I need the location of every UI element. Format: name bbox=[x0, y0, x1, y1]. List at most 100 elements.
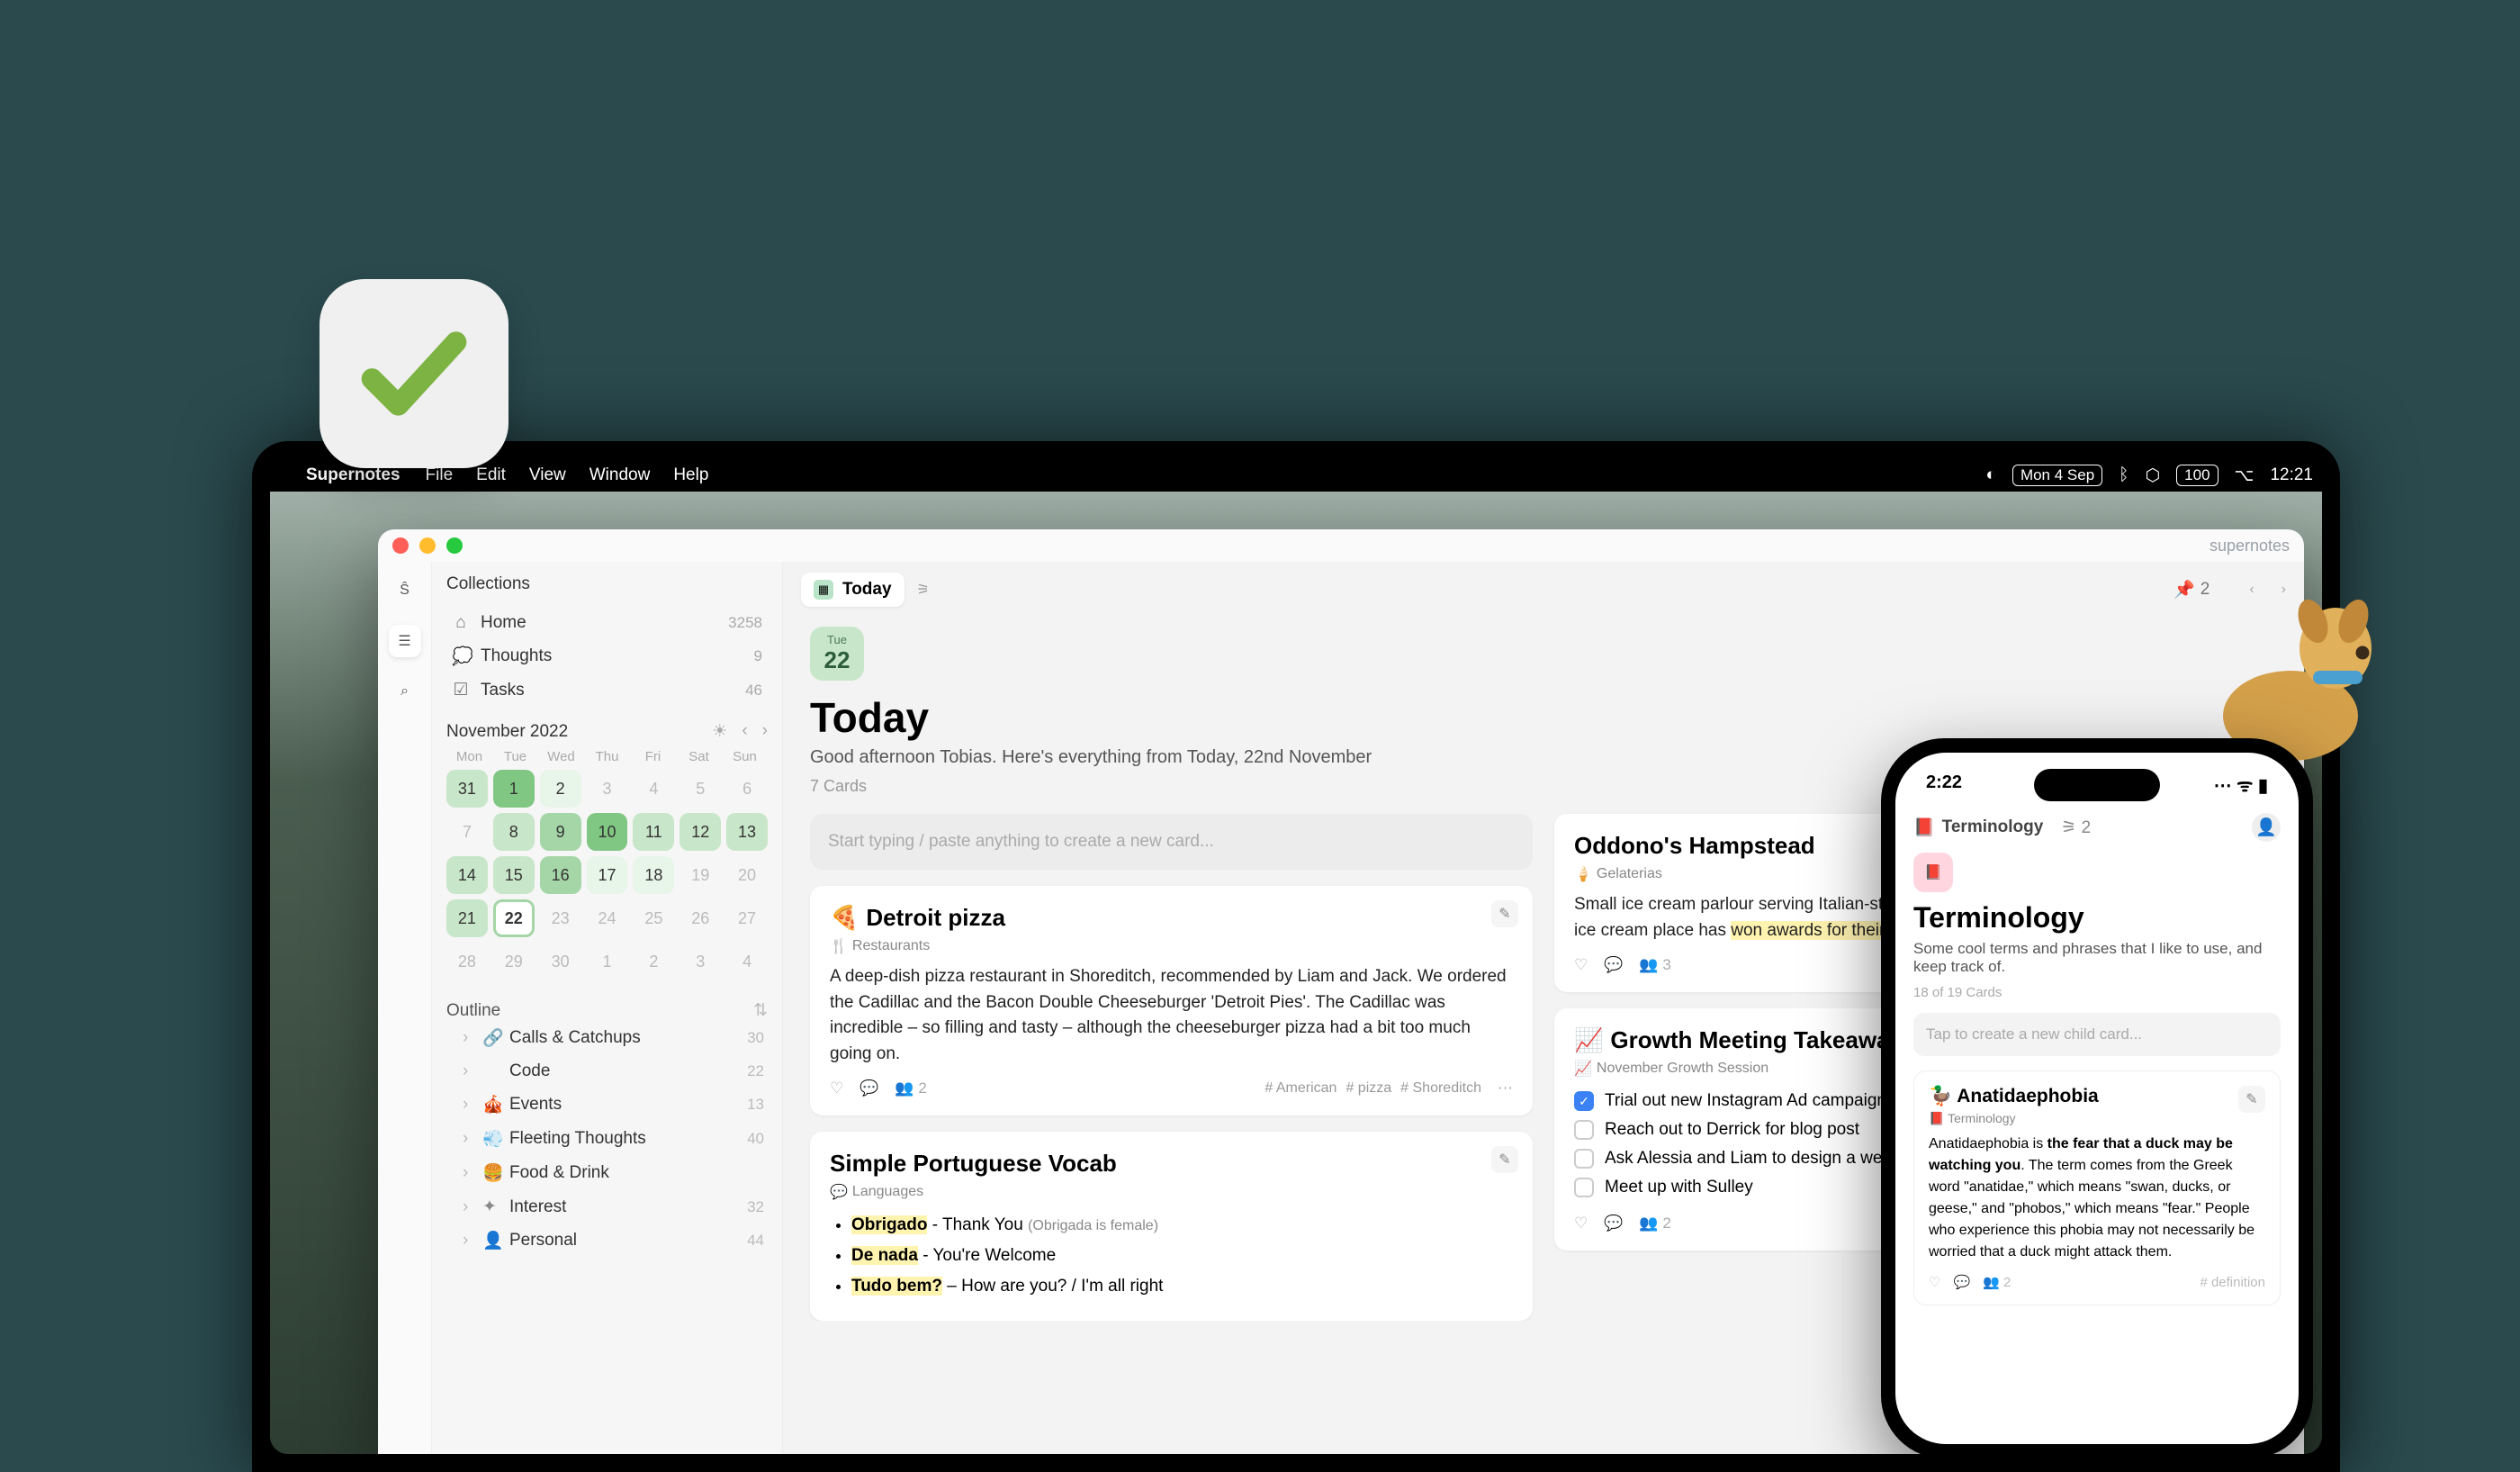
heart-icon[interactable]: ♡ bbox=[1574, 1215, 1588, 1233]
calendar-day[interactable]: 13 bbox=[726, 813, 768, 851]
menu-file[interactable]: File bbox=[426, 465, 454, 485]
bluetooth-icon[interactable]: ᛒ bbox=[2119, 465, 2128, 485]
calendar-day[interactable]: 2 bbox=[633, 943, 674, 980]
menu-edit[interactable]: Edit bbox=[476, 465, 506, 485]
menu-view[interactable]: View bbox=[529, 465, 566, 485]
menu-window[interactable]: Window bbox=[590, 465, 651, 485]
control-center-icon[interactable]: ⌥ bbox=[2235, 465, 2254, 486]
menubar-time[interactable]: 12:21 bbox=[2270, 465, 2313, 485]
calendar-day[interactable]: 29 bbox=[493, 943, 535, 980]
calendar-prev-icon[interactable]: ‹ bbox=[742, 721, 747, 742]
outline-item[interactable]: ›🔗Calls & Catchups30 bbox=[446, 1021, 768, 1055]
comment-icon[interactable]: 💬 bbox=[860, 1079, 878, 1097]
people-count[interactable]: 👥 2 bbox=[1639, 1215, 1670, 1233]
calendar-day[interactable]: 4 bbox=[633, 770, 674, 808]
app-name[interactable]: Supernotes bbox=[306, 465, 400, 485]
close-button[interactable] bbox=[392, 537, 409, 554]
calendar-day[interactable]: 26 bbox=[680, 899, 721, 937]
calendar-day[interactable]: 2 bbox=[540, 770, 581, 808]
tag[interactable]: # pizza bbox=[1346, 1080, 1391, 1097]
outline-item[interactable]: ›🎪Events13 bbox=[446, 1088, 768, 1122]
card-portuguese-vocab[interactable]: ✎ Simple Portuguese Vocab 💬Languages Obr… bbox=[810, 1132, 1533, 1321]
phone-filter[interactable]: ⚞ 2 bbox=[2061, 817, 2091, 838]
calendar-day[interactable]: 14 bbox=[446, 856, 488, 894]
brightness-icon[interactable]: ☀ bbox=[712, 721, 727, 742]
nav-item[interactable]: ☑Tasks46 bbox=[446, 673, 768, 707]
comment-icon[interactable]: 💬 bbox=[1953, 1274, 1970, 1290]
checkbox[interactable]: ✓ bbox=[1574, 1091, 1594, 1111]
heart-icon[interactable]: ♡ bbox=[1574, 956, 1588, 974]
calendar-day[interactable]: 27 bbox=[726, 899, 768, 937]
calendar-day[interactable]: 3 bbox=[680, 943, 721, 980]
rail-logo-icon[interactable]: Ŝ bbox=[389, 574, 421, 607]
calendar-day[interactable]: 17 bbox=[587, 856, 628, 894]
edit-icon[interactable]: ✎ bbox=[1491, 1146, 1518, 1173]
checkbox[interactable] bbox=[1574, 1178, 1594, 1197]
calendar-day[interactable]: 9 bbox=[540, 813, 581, 851]
minimize-button[interactable] bbox=[419, 537, 436, 554]
calendar-day[interactable]: 16 bbox=[540, 856, 581, 894]
nav-item[interactable]: ⌂Home3258 bbox=[446, 607, 768, 639]
nav-item[interactable]: 💭Thoughts9 bbox=[446, 639, 768, 673]
calendar-day[interactable]: 4 bbox=[726, 943, 768, 980]
calendar-day[interactable]: 1 bbox=[493, 770, 535, 808]
calendar-day[interactable]: 8 bbox=[493, 813, 535, 851]
battery-indicator[interactable]: 100 bbox=[2176, 465, 2218, 486]
rail-list-icon[interactable]: ☰ bbox=[389, 625, 421, 657]
avatar[interactable]: 👤 bbox=[2252, 813, 2281, 842]
create-card-input[interactable]: Start typing / paste anything to create … bbox=[810, 814, 1533, 870]
calendar-day[interactable]: 6 bbox=[726, 770, 768, 808]
calendar-day[interactable]: 18 bbox=[633, 856, 674, 894]
outline-item[interactable]: ›💨Fleeting Thoughts40 bbox=[446, 1122, 768, 1156]
checkbox[interactable] bbox=[1574, 1120, 1594, 1140]
people-count[interactable]: 👥 2 bbox=[1983, 1274, 2011, 1290]
tag[interactable]: # American bbox=[1264, 1080, 1336, 1097]
people-count[interactable]: 👥 3 bbox=[1639, 956, 1670, 974]
comment-icon[interactable]: 💬 bbox=[1604, 956, 1623, 974]
calendar-day[interactable]: 21 bbox=[446, 899, 488, 937]
phone-breadcrumb[interactable]: 📕 Terminology bbox=[1913, 817, 2043, 838]
calendar-day[interactable]: 15 bbox=[493, 856, 535, 894]
calendar-day[interactable]: 25 bbox=[633, 899, 674, 937]
outline-item[interactable]: ›Code22 bbox=[446, 1055, 768, 1088]
outline-item[interactable]: ›✦Interest32 bbox=[446, 1190, 768, 1224]
view-selector[interactable]: ▦ Today bbox=[801, 573, 904, 607]
calendar-day[interactable]: 31 bbox=[446, 770, 488, 808]
heart-icon[interactable]: ♡ bbox=[830, 1079, 843, 1097]
calendar-day[interactable]: 12 bbox=[680, 813, 721, 851]
calendar-day[interactable]: 19 bbox=[680, 856, 721, 894]
maximize-button[interactable] bbox=[446, 537, 463, 554]
calendar-day[interactable]: 7 bbox=[446, 813, 488, 851]
checkbox[interactable] bbox=[1574, 1149, 1594, 1169]
phone-card-anatidaephobia[interactable]: ✎ 🦆 Anatidaephobia 📕 Terminology Anatida… bbox=[1913, 1070, 2281, 1305]
tag[interactable]: # definition bbox=[2200, 1275, 2265, 1290]
calendar-day[interactable]: 5 bbox=[680, 770, 721, 808]
calendar-day[interactable]: 22 bbox=[493, 899, 535, 937]
card-detroit-pizza[interactable]: ✎ 🍕Detroit pizza 🍴Restaurants A deep-dis… bbox=[810, 886, 1533, 1115]
filter-icon[interactable]: ⚞ bbox=[917, 581, 930, 599]
calendar-day[interactable]: 28 bbox=[446, 943, 488, 980]
sort-icon[interactable]: ⇅ bbox=[753, 1000, 768, 1021]
menu-help[interactable]: Help bbox=[673, 465, 708, 485]
calendar-day[interactable]: 24 bbox=[587, 899, 628, 937]
calendar-day[interactable]: 10 bbox=[587, 813, 628, 851]
comment-icon[interactable]: 💬 bbox=[1604, 1215, 1623, 1233]
heart-icon[interactable]: ♡ bbox=[1929, 1274, 1940, 1290]
calendar-day[interactable]: 30 bbox=[540, 943, 581, 980]
calendar-day[interactable]: 3 bbox=[587, 770, 628, 808]
tag[interactable]: # Shoreditch bbox=[1400, 1080, 1481, 1097]
wifi-icon[interactable]: ⬡ bbox=[2146, 465, 2161, 486]
edit-icon[interactable]: ✎ bbox=[1491, 900, 1518, 927]
calendar-day[interactable]: 20 bbox=[726, 856, 768, 894]
edit-icon[interactable]: ✎ bbox=[2238, 1086, 2265, 1113]
menubar-date[interactable]: Mon 4 Sep bbox=[2012, 465, 2102, 486]
dnd-icon[interactable]: ◐ bbox=[1985, 465, 1995, 485]
phone-create-input[interactable]: Tap to create a new child card... bbox=[1913, 1013, 2281, 1056]
people-count[interactable]: 👥 2 bbox=[895, 1079, 926, 1097]
rail-search-icon[interactable]: ⌕ bbox=[389, 675, 421, 708]
calendar-next-icon[interactable]: › bbox=[762, 721, 768, 742]
calendar-day[interactable]: 11 bbox=[633, 813, 674, 851]
calendar-day[interactable]: 23 bbox=[540, 899, 581, 937]
outline-item[interactable]: ›🍔Food & Drink bbox=[446, 1156, 768, 1190]
more-icon[interactable]: ⋯ bbox=[1498, 1079, 1513, 1097]
